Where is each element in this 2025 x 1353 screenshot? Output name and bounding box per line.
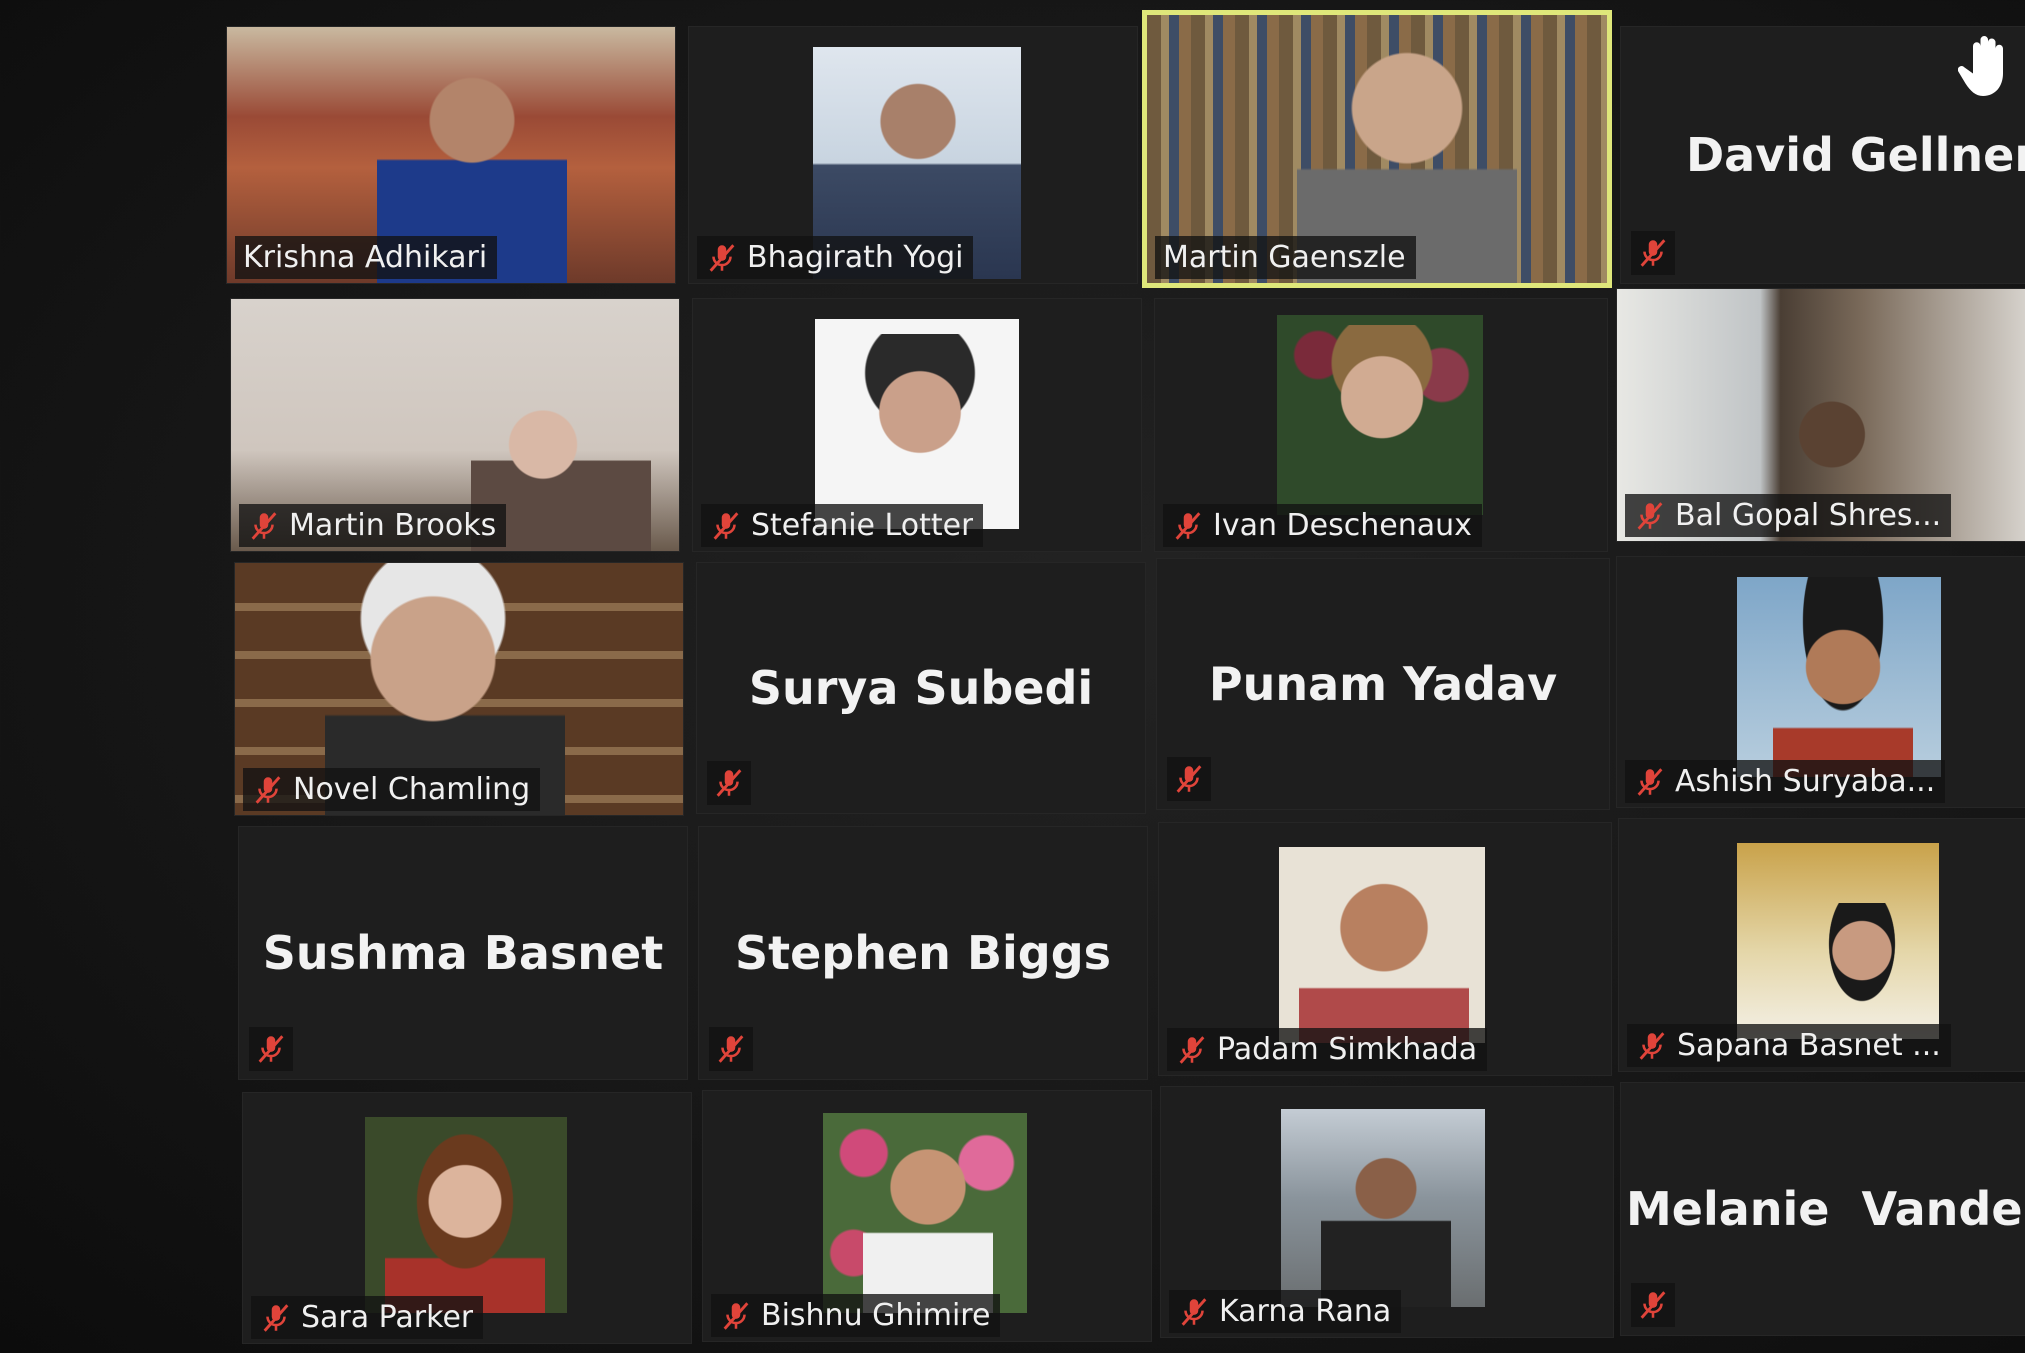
profile-photo [1281, 1109, 1485, 1307]
profile-photo [823, 1113, 1027, 1313]
person-silhouette [863, 1133, 993, 1313]
participant-tile-novel-chamling[interactable]: Novel Chamling [234, 562, 684, 816]
name-label: Ivan Deschenaux [1163, 504, 1482, 547]
name-label: Bhagirath Yogi [697, 236, 974, 279]
microphone-muted-icon [258, 1035, 284, 1063]
microphone-muted-icon [1639, 1031, 1665, 1060]
microphone-muted-icon [1637, 767, 1663, 796]
person-silhouette [1317, 325, 1447, 515]
mute-indicator [709, 1027, 753, 1071]
participant-tile-padam-simkhada[interactable]: Padam Simkhada [1158, 822, 1612, 1076]
name-label: Sapana Basnet ... [1627, 1024, 1951, 1067]
participant-tile-david-gellner[interactable]: David Gellner [1620, 26, 2025, 284]
name-label: Ashish Suryaba... [1625, 760, 1946, 803]
profile-photo [1279, 847, 1485, 1043]
participant-tile-surya-subedi[interactable]: Surya Subedi [696, 562, 1146, 814]
participant-display-name: Melanie Vanden... [1626, 1182, 2025, 1236]
participant-display-name: Stephen Biggs [734, 926, 1112, 980]
microphone-muted-icon [1637, 501, 1663, 530]
participant-tile-bhagirath-yogi[interactable]: Bhagirath Yogi [688, 26, 1138, 284]
microphone-muted-icon [1179, 1035, 1205, 1064]
participant-tile-stephen-biggs[interactable]: Stephen Biggs [698, 826, 1148, 1080]
microphone-muted-icon [1176, 765, 1202, 793]
name-label: Bishnu Ghimire [711, 1294, 1001, 1337]
mute-indicator [249, 1027, 293, 1071]
participant-tile-sapana-basnet[interactable]: Sapana Basnet ... [1618, 818, 2025, 1072]
participant-tile-krishna-adhikari[interactable]: Krishna Adhikari [226, 26, 676, 284]
raised-hand-icon [1958, 36, 2003, 96]
person-silhouette [1321, 1149, 1451, 1307]
mute-indicator [707, 761, 751, 805]
name-label: Karna Rana [1169, 1290, 1402, 1333]
mute-indicator [1167, 757, 1211, 801]
name-label: Novel Chamling [243, 768, 541, 811]
participant-tile-martin-gaenszle[interactable]: Martin Gaenszle [1142, 10, 1612, 288]
participant-tile-bishnu-ghimire[interactable]: Bishnu Ghimire [702, 1090, 1152, 1342]
participant-tile-ivan-deschenaux[interactable]: Ivan Deschenaux [1154, 298, 1608, 552]
name-label: Sara Parker [251, 1296, 484, 1339]
profile-photo [1737, 843, 1939, 1039]
participant-tile-stefanie-lotter[interactable]: Stefanie Lotter [692, 298, 1142, 552]
name-label: Martin Brooks [239, 504, 507, 547]
microphone-muted-icon [713, 511, 739, 540]
participant-tile-punam-yadav[interactable]: Punam Yadav [1156, 558, 1610, 810]
microphone-muted-icon [1640, 239, 1666, 267]
microphone-muted-icon [1181, 1297, 1207, 1326]
name-label: Bal Gopal Shres... [1625, 494, 1952, 537]
microphone-muted-icon [723, 1301, 749, 1330]
profile-photo [1737, 577, 1941, 777]
participant-display-name: Surya Subedi [748, 661, 1094, 715]
profile-photo [815, 319, 1019, 529]
microphone-muted-icon [1640, 1291, 1666, 1319]
mute-indicator [1631, 1283, 1675, 1327]
participant-display-name: Punam Yadav [1208, 657, 1558, 711]
name-label: Krishna Adhikari [235, 236, 498, 279]
participant-tile-karna-rana[interactable]: Karna Rana [1160, 1086, 1614, 1338]
person-silhouette [1807, 903, 1917, 1039]
participant-display-name: Sushma Basnet [262, 926, 664, 980]
mute-indicator [1631, 231, 1675, 275]
microphone-muted-icon [709, 243, 735, 272]
microphone-muted-icon [718, 1035, 744, 1063]
participant-tile-martin-brooks[interactable]: Martin Brooks [230, 298, 680, 552]
participant-tile-sara-parker[interactable]: Sara Parker [242, 1092, 692, 1344]
participant-tile-melanie-vanden[interactable]: Melanie Vanden... [1620, 1082, 2025, 1336]
participant-tile-sushma-basnet[interactable]: Sushma Basnet [238, 826, 688, 1080]
profile-photo [365, 1117, 567, 1313]
participant-display-name: David Gellner [1686, 128, 2025, 182]
microphone-muted-icon [255, 775, 281, 804]
person-silhouette [855, 334, 985, 529]
person-silhouette [385, 1127, 545, 1313]
name-label: Stefanie Lotter [701, 504, 984, 547]
microphone-muted-icon [263, 1303, 289, 1332]
microphone-muted-icon [251, 511, 277, 540]
participant-tile-bal-gopal[interactable]: Bal Gopal Shres... [1616, 288, 2025, 542]
microphone-muted-icon [1175, 511, 1201, 540]
participant-tile-ashish-suryaba[interactable]: Ashish Suryaba... [1616, 556, 2025, 808]
name-label: Padam Simkhada [1167, 1028, 1488, 1071]
name-label: Martin Gaenszle [1155, 236, 1416, 279]
profile-photo [1277, 315, 1483, 515]
person-silhouette [1299, 857, 1469, 1043]
microphone-muted-icon [716, 769, 742, 797]
person-silhouette [1773, 577, 1913, 777]
